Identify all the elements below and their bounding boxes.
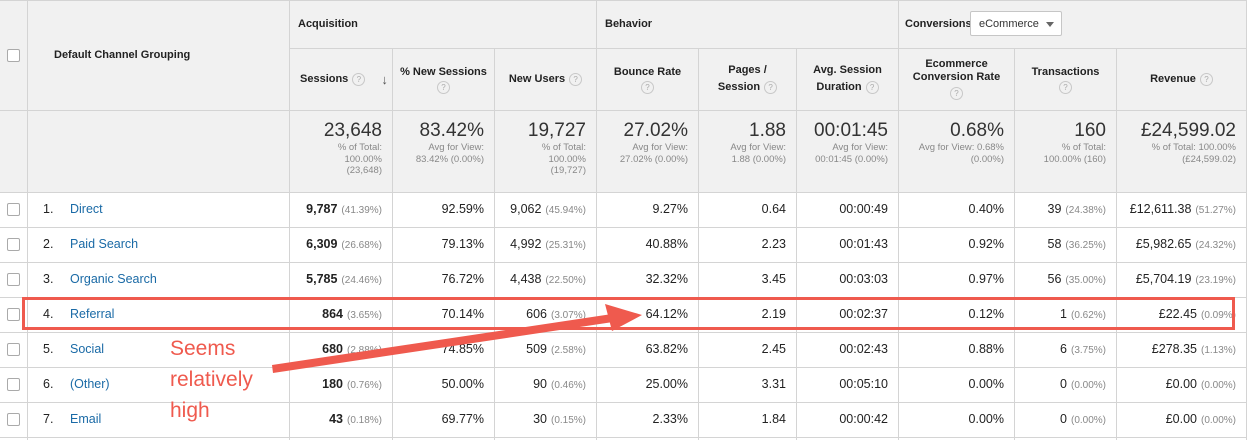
annotation-text: Seems relatively high [170, 337, 253, 422]
report-table: Default Channel Grouping Acquisition Beh… [0, 0, 1247, 440]
